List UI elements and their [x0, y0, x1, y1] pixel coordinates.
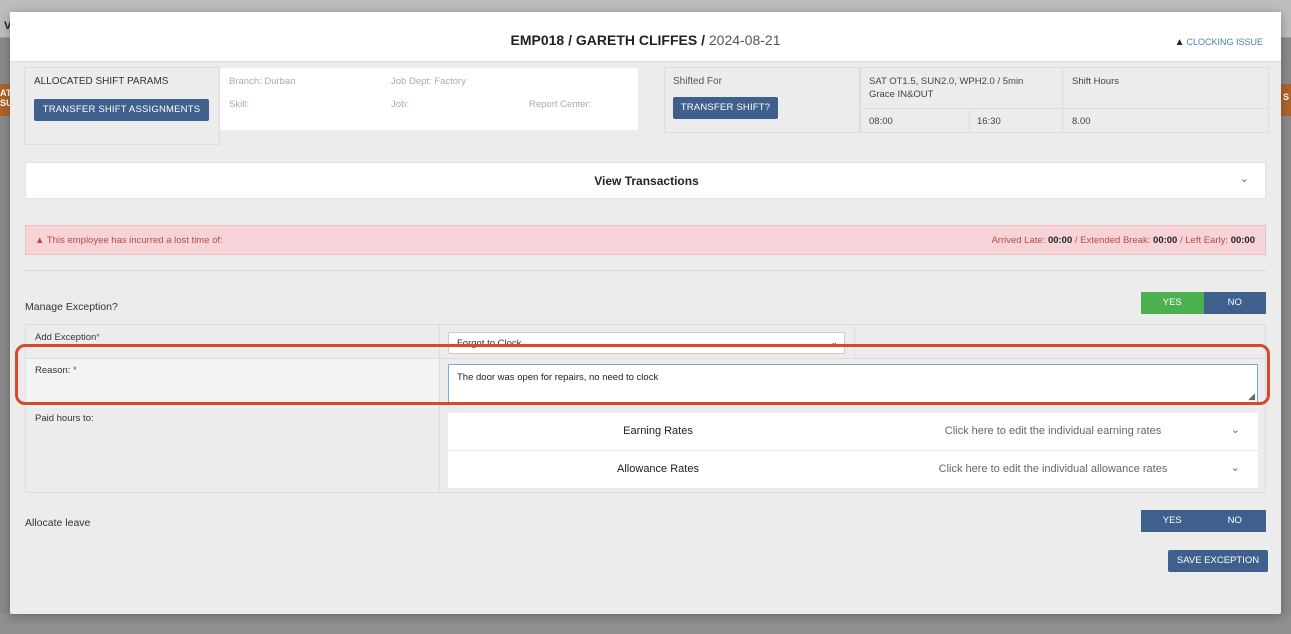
earning-rates-label: Earning Rates	[623, 425, 693, 437]
arrived-late-value: 00:00	[1047, 235, 1073, 246]
background-tab-left: AT SU	[0, 84, 10, 116]
clocking-issue-label: CLOCKING ISSUE	[1186, 37, 1263, 47]
shift-assignment-details: Branch: Durban Job Dept: Factory Skill: …	[220, 68, 638, 130]
chevron-down-icon: ⌄	[1230, 424, 1240, 436]
job-field: Job:	[391, 99, 409, 110]
earning-rates-row[interactable]: Earning Rates Click here to edit the ind…	[448, 413, 1258, 450]
extended-break-label: / Extended Break:	[1072, 235, 1154, 246]
extended-break-value: 00:00	[1153, 235, 1178, 246]
shift-times-table: SAT OT1.5, SUN2.0, WPH2.0 / 5min Grace I…	[860, 67, 1269, 133]
view-transactions-accordion[interactable]: View Transactions ⌄	[25, 162, 1266, 199]
chevron-down-icon: ⌄	[1239, 173, 1249, 185]
chevron-down-icon: ⌄	[1230, 462, 1240, 474]
manage-exception-label: Manage Exception?	[25, 301, 118, 313]
allocate-leave-toggle: YES NO	[1141, 510, 1266, 532]
save-exception-button[interactable]: SAVE EXCEPTION	[1168, 550, 1268, 572]
shifted-for-label: Shifted For	[673, 76, 722, 87]
job-dept-field: Job Dept: Factory	[391, 76, 466, 87]
shift-name: SAT OT1.5, SUN2.0, WPH2.0 / 5min Grace I…	[869, 76, 1024, 100]
warning-icon: ▲	[1174, 37, 1185, 48]
allocated-shift-params: ALLOCATED SHIFT PARAMS TRANSFER SHIFT AS…	[24, 67, 220, 145]
manage-exception-no[interactable]: NO	[1203, 292, 1266, 314]
table-divider	[1062, 68, 1063, 132]
table-divider	[861, 108, 1268, 109]
paid-hours-label: Paid hours to:	[35, 413, 94, 424]
earning-rates-description: Click here to edit the individual earnin…	[944, 425, 1162, 437]
report-center-field: Report Center:	[529, 99, 592, 110]
left-early-label: / Left Early:	[1177, 235, 1231, 246]
transfer-shift-assignments-button[interactable]: TRANSFER SHIFT ASSIGNMENTS	[34, 99, 209, 121]
exception-modal: EMP018 / GARETH CLIFFES / 2024-08-21 ▲ CL…	[10, 12, 1281, 614]
transfer-shift-button[interactable]: TRANSFER SHIFT?	[673, 97, 778, 119]
skill-field: Skill:	[229, 99, 250, 110]
clocking-issue-link[interactable]: ▲ CLOCKING ISSUE	[1175, 37, 1263, 48]
shift-params: ALLOCATED SHIFT PARAMS TRANSFER SHIFT AS…	[24, 67, 1269, 145]
shift-start-time: 08:00	[869, 116, 893, 127]
modal-title: EMP018 / GARETH CLIFFES / 2024-08-21	[10, 32, 1281, 48]
shift-hours-label: Shift Hours	[1072, 76, 1119, 87]
manage-exception-toggle: YES NO	[1141, 292, 1266, 314]
allowance-rates-row[interactable]: Allowance Rates Click here to edit the i…	[448, 451, 1258, 488]
left-early-value: 00:00	[1230, 235, 1255, 246]
shift-hours-value: 8.00	[1072, 116, 1091, 127]
allocate-leave-no[interactable]: NO	[1203, 510, 1266, 532]
warning-icon: ▲	[35, 235, 45, 246]
shifted-for: Shifted For TRANSFER SHIFT?	[664, 67, 860, 133]
lost-time-message: ▲ This employee has incurred a lost time…	[35, 235, 223, 246]
allowance-rates-description: Click here to edit the individual allowa…	[938, 463, 1168, 475]
exception-date: 2024-08-21	[708, 32, 781, 48]
add-exception-text: Add Exception	[35, 332, 97, 343]
table-divider	[969, 109, 970, 132]
add-exception-label: Add Exception*	[35, 332, 100, 343]
background-tab-right: S	[1281, 84, 1291, 116]
shift-end-time: 16:30	[977, 116, 1001, 127]
section-divider	[25, 270, 1266, 271]
view-transactions-label: View Transactions	[594, 174, 699, 188]
lost-time-alert: ▲ This employee has incurred a lost time…	[25, 225, 1266, 255]
employee-code-name: EMP018 / GARETH CLIFFES /	[510, 32, 705, 48]
reason-highlight-outline	[15, 344, 1270, 405]
required-mark: *	[96, 332, 100, 343]
allocate-leave-label: Allocate leave	[25, 517, 91, 529]
modal-header: EMP018 / GARETH CLIFFES / 2024-08-21 ▲ CL…	[10, 12, 1281, 62]
lost-time-text: This employee has incurred a lost time o…	[46, 235, 223, 246]
arrived-late-label: Arrived Late:	[991, 235, 1048, 246]
background-footer	[0, 614, 1291, 634]
allocated-shift-params-label: ALLOCATED SHIFT PARAMS	[34, 76, 169, 87]
manage-exception-yes[interactable]: YES	[1141, 292, 1204, 314]
lost-time-summary: Arrived Late: 00:00 / Extended Break: 00…	[991, 235, 1255, 246]
branch-field: Branch: Durban	[229, 76, 296, 87]
allowance-rates-label: Allowance Rates	[617, 463, 699, 475]
allocate-leave-yes[interactable]: YES	[1141, 510, 1204, 532]
